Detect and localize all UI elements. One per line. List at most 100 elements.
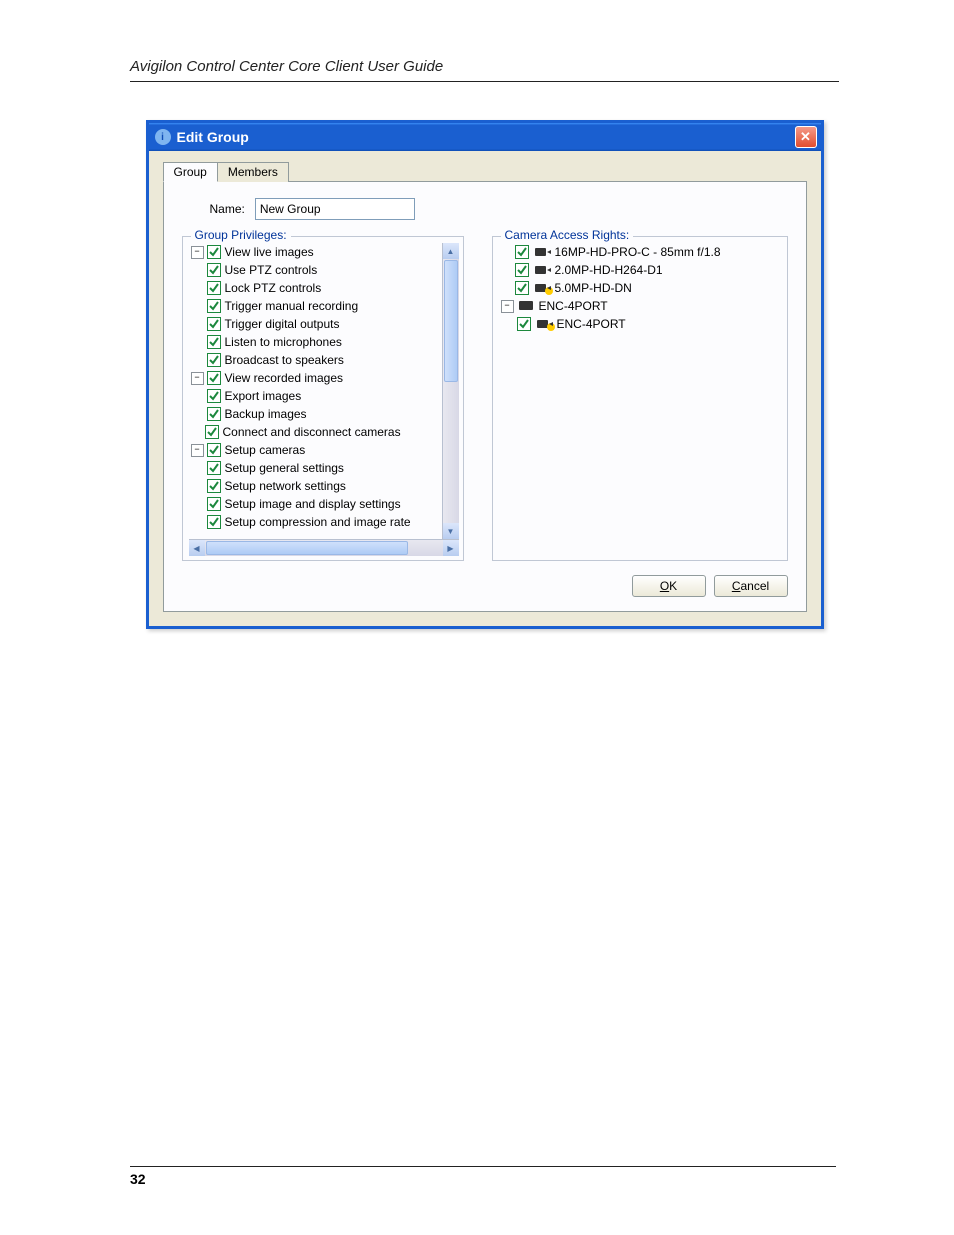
rights-legend: Camera Access Rights:	[501, 228, 634, 242]
checkbox[interactable]	[207, 281, 221, 295]
footer-rule	[130, 1166, 836, 1167]
tree-item[interactable]: Export images	[207, 387, 442, 405]
tree-item-label: Backup images	[225, 405, 307, 423]
camera-icon	[537, 319, 553, 329]
tree-toggle-icon[interactable]: −	[501, 300, 514, 313]
tree-item-label: Connect and disconnect cameras	[223, 423, 401, 441]
tree-item-label: Setup network settings	[225, 477, 346, 495]
tree-item-label: Trigger digital outputs	[225, 315, 340, 333]
titlebar[interactable]: i Edit Group ✕	[149, 123, 821, 151]
ok-button[interactable]: OK	[632, 575, 706, 597]
tree-item[interactable]: Connect and disconnect cameras	[191, 423, 442, 441]
scroll-thumb[interactable]	[444, 260, 458, 382]
header-rule	[130, 81, 839, 82]
tree-item[interactable]: −View recorded images	[191, 369, 442, 387]
camera-icon	[535, 283, 551, 293]
app-icon: i	[155, 129, 171, 145]
checkbox[interactable]	[207, 461, 221, 475]
tree-toggle-icon[interactable]: −	[191, 372, 204, 385]
tree-item[interactable]: Use PTZ controls	[207, 261, 442, 279]
tree-item-label: Setup image and display settings	[225, 495, 401, 513]
name-input[interactable]	[255, 198, 415, 220]
checkbox[interactable]	[207, 299, 221, 313]
tree-item[interactable]: Setup general settings	[207, 459, 442, 477]
privileges-tree[interactable]: − View live imagesUse PTZ controlsLock PT…	[189, 243, 459, 539]
encoder-icon	[519, 301, 535, 311]
name-label: Name:	[210, 202, 245, 216]
camera-tree[interactable]: 16MP-HD-PRO-C - 85mm f/1.82.0MP-HD-H264-…	[499, 243, 783, 555]
tree-item[interactable]: Setup image and display settings	[207, 495, 442, 513]
warning-badge-icon	[545, 287, 553, 295]
camera-rights-fieldset: Camera Access Rights: 16MP-HD-PRO-C - 85…	[492, 236, 788, 561]
tree-item-label: 16MP-HD-PRO-C - 85mm f/1.8	[555, 243, 721, 261]
dialog-title: Edit Group	[177, 129, 795, 145]
tree-item[interactable]: − ENC-4PORT	[501, 297, 783, 315]
tree-item-label: Lock PTZ controls	[225, 279, 322, 297]
tree-item[interactable]: 2.0MP-HD-H264-D1	[501, 261, 783, 279]
tree-item-label: Trigger manual recording	[225, 297, 359, 315]
checkbox[interactable]	[207, 245, 221, 259]
tree-item-label: Setup compression and image rate	[225, 513, 411, 531]
edit-group-dialog: i Edit Group ✕ Group Members Name: Group…	[146, 120, 824, 629]
checkbox[interactable]	[207, 515, 221, 529]
tree-item[interactable]: Setup compression and image rate	[207, 513, 442, 531]
tree-item-label: Setup cameras	[225, 441, 306, 459]
checkbox[interactable]	[515, 281, 529, 295]
tree-item-label: ENC-4PORT	[539, 297, 608, 315]
tree-item[interactable]: Trigger digital outputs	[207, 315, 442, 333]
tree-item-label: Setup general settings	[225, 459, 344, 477]
scroll-left-icon[interactable]: ◀	[189, 540, 205, 556]
tree-item-label: Export images	[225, 387, 302, 405]
tree-item[interactable]: Listen to microphones	[207, 333, 442, 351]
tree-item-label: 2.0MP-HD-H264-D1	[555, 261, 663, 279]
checkbox[interactable]	[515, 245, 529, 259]
tree-item-label: ENC-4PORT	[557, 315, 626, 333]
checkbox[interactable]	[207, 263, 221, 277]
camera-icon	[535, 265, 551, 275]
checkbox[interactable]	[207, 389, 221, 403]
tree-item[interactable]: 5.0MP-HD-DN	[501, 279, 783, 297]
tree-item[interactable]: ENC-4PORT	[517, 315, 783, 333]
warning-badge-icon	[547, 323, 555, 331]
checkbox[interactable]	[207, 353, 221, 367]
group-privileges-fieldset: Group Privileges: −View live imagesUse P…	[182, 236, 464, 561]
close-icon[interactable]: ✕	[795, 126, 817, 148]
tree-item[interactable]: Lock PTZ controls	[207, 279, 442, 297]
scroll-up-icon[interactable]: ▲	[443, 243, 459, 259]
checkbox[interactable]	[207, 497, 221, 511]
tree-item[interactable]: − View live images	[191, 243, 442, 261]
checkbox[interactable]	[207, 335, 221, 349]
page-number: 32	[130, 1171, 836, 1187]
tab-strip: Group Members	[163, 162, 807, 182]
tab-group[interactable]: Group	[163, 162, 218, 182]
cancel-button[interactable]: Cancel	[714, 575, 788, 597]
tree-item-label: 5.0MP-HD-DN	[555, 279, 632, 297]
checkbox[interactable]	[515, 263, 529, 277]
checkbox[interactable]	[205, 425, 219, 439]
tree-item[interactable]: 16MP-HD-PRO-C - 85mm f/1.8	[501, 243, 783, 261]
tree-item[interactable]: Setup network settings	[207, 477, 442, 495]
tree-item-label: Listen to microphones	[225, 333, 342, 351]
tree-item-label: View live images	[225, 243, 314, 261]
tree-item[interactable]: Trigger manual recording	[207, 297, 442, 315]
tree-item[interactable]: − Setup cameras	[191, 441, 442, 459]
checkbox[interactable]	[207, 443, 221, 457]
checkbox[interactable]	[207, 371, 221, 385]
checkbox[interactable]	[517, 317, 531, 331]
checkbox[interactable]	[207, 479, 221, 493]
horizontal-scrollbar[interactable]: ◀ ▶	[189, 539, 459, 556]
camera-icon	[535, 247, 551, 257]
checkbox[interactable]	[207, 407, 221, 421]
checkbox[interactable]	[207, 317, 221, 331]
tree-item-label: Use PTZ controls	[225, 261, 318, 279]
tab-members[interactable]: Members	[217, 162, 289, 182]
tree-toggle-icon[interactable]: −	[191, 246, 204, 259]
scroll-right-icon[interactable]: ▶	[443, 540, 459, 556]
vertical-scrollbar[interactable]: ▲ ▼	[442, 243, 459, 539]
hscroll-thumb[interactable]	[206, 541, 408, 555]
tree-item[interactable]: Broadcast to speakers	[207, 351, 442, 369]
tree-item-label: Broadcast to speakers	[225, 351, 344, 369]
tree-item[interactable]: Backup images	[207, 405, 442, 423]
tree-toggle-icon[interactable]: −	[191, 444, 204, 457]
scroll-down-icon[interactable]: ▼	[443, 523, 459, 539]
